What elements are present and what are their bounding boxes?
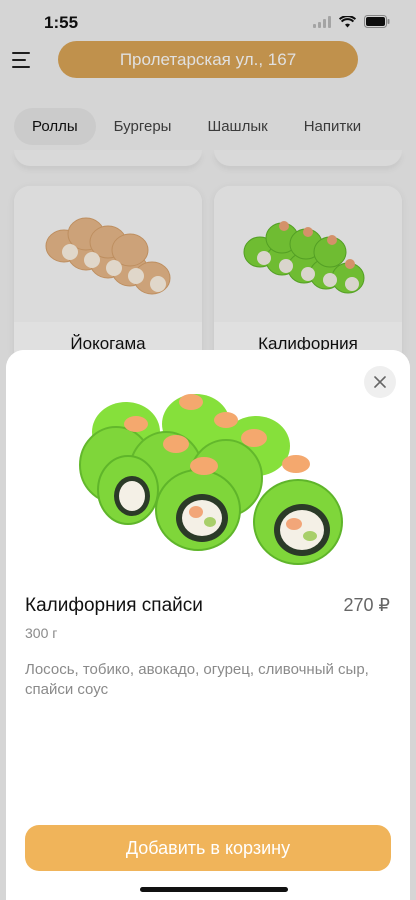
home-indicator xyxy=(140,887,288,892)
close-button[interactable] xyxy=(364,366,396,398)
product-description: Лосось, тобико, авокадо, огурец, сливочн… xyxy=(25,661,369,698)
add-to-cart-button[interactable]: Добавить в корзину xyxy=(25,825,391,871)
close-icon xyxy=(374,376,386,388)
product-weight: 300 г xyxy=(25,625,58,641)
product-price: 270 ₽ xyxy=(343,595,391,615)
product-hero-image xyxy=(6,350,410,572)
product-name: Калифорния спайси xyxy=(25,595,203,616)
product-detail-sheet: Калифорния спайси 270 ₽ 300 г Лосось, то… xyxy=(6,350,410,900)
